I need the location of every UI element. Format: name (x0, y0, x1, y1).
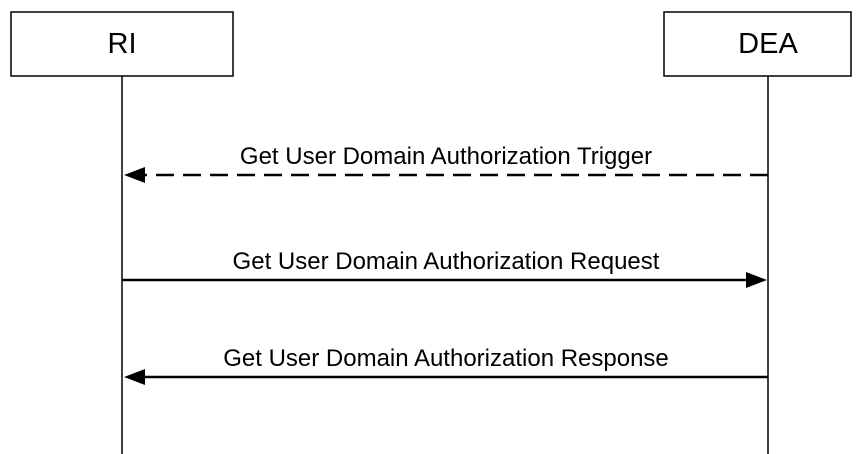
message-trigger-label: Get User Domain Authorization Trigger (240, 143, 652, 170)
message-response-label: Get User Domain Authorization Response (223, 345, 669, 372)
participant-ri: RI (10, 11, 234, 77)
message-response-arrowhead (124, 369, 145, 385)
message-trigger: Get User Domain Authorization Trigger (124, 143, 768, 183)
participant-ri-label: RI (108, 28, 137, 60)
message-response: Get User Domain Authorization Response (124, 345, 768, 385)
participant-dea-label: DEA (738, 28, 798, 60)
message-request: Get User Domain Authorization Request (122, 248, 767, 288)
sequence-diagram: RI DEA Get User Domain Authorization Tri… (10, 11, 852, 454)
participant-dea: DEA (663, 11, 852, 77)
message-trigger-arrowhead (124, 167, 145, 183)
message-request-label: Get User Domain Authorization Request (233, 248, 660, 275)
message-request-arrowhead (746, 272, 767, 288)
